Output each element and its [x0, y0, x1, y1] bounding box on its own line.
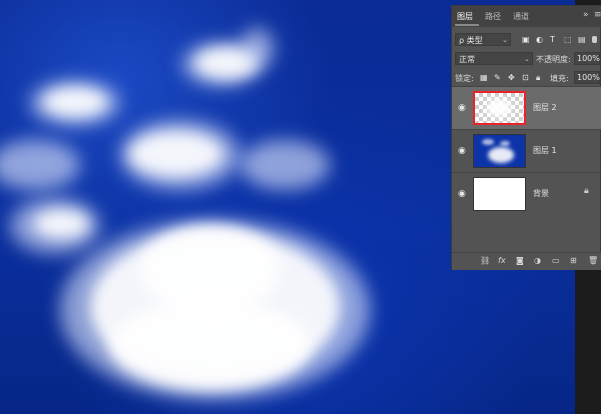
chevron-down-icon: ⌄: [524, 55, 530, 63]
shape-filter-icon[interactable]: ⬚: [564, 35, 572, 45]
opacity-value: 100%: [577, 54, 600, 63]
filter-kind-label: ρ 类型: [459, 36, 483, 45]
lock-label: 锁定:: [455, 74, 474, 83]
layer-name: 图层 2: [533, 103, 557, 112]
layer-name: 背景: [533, 189, 549, 198]
blend-mode-select[interactable]: 正常 ⌄: [455, 52, 533, 65]
layer-thumbnail: [473, 134, 526, 168]
type-filter-icon[interactable]: T: [550, 35, 555, 45]
link-layers-icon[interactable]: ⛓: [480, 256, 490, 266]
trash-icon[interactable]: 🗑︎: [588, 256, 598, 266]
layers-bottom-toolbar: ⛓ fx ◙ ◑ ▭ ⊞ 🗑︎: [452, 252, 601, 270]
fill-field[interactable]: 100%: [574, 71, 600, 84]
lock-image-pixels-icon[interactable]: ✎: [494, 73, 501, 83]
fx-icon[interactable]: fx: [498, 256, 506, 266]
chevron-down-icon: ⌄: [502, 36, 508, 44]
lock-artboard-icon[interactable]: ⊡: [522, 73, 529, 83]
active-tab-indicator: [455, 24, 479, 26]
eye-icon[interactable]: ◉: [458, 189, 468, 199]
lock-position-icon[interactable]: ✥: [508, 73, 515, 83]
layer-row-background[interactable]: ◉ 背景 🔒︎: [452, 172, 601, 215]
lock-transparent-pixels-icon[interactable]: ▦: [480, 73, 488, 83]
eye-icon[interactable]: ◉: [458, 146, 468, 156]
layer-row-layer-2[interactable]: ◉ 图层 2: [452, 86, 601, 129]
adjustment-layer-icon[interactable]: ◑: [534, 256, 541, 266]
lock-icon[interactable]: 🔒︎: [584, 186, 589, 196]
opacity-label: 不透明度:: [536, 55, 571, 64]
group-folder-icon[interactable]: ▭: [552, 256, 560, 266]
layers-panel: 图层 路径 通道 » ≡ ρ 类型 ⌄ ▣ ◐ T ⬚ ▤ 正常 ⌄ 不透明度:…: [451, 5, 601, 270]
double-chevron-right-icon[interactable]: »: [583, 10, 589, 20]
fill-value: 100%: [577, 73, 600, 82]
adjustment-filter-icon[interactable]: ◐: [536, 35, 543, 45]
layer-thumbnail: [473, 91, 526, 125]
filter-toggle[interactable]: [592, 36, 597, 43]
filter-kind-select[interactable]: ρ 类型 ⌄: [455, 33, 511, 46]
image-filter-icon[interactable]: ▣: [522, 35, 530, 45]
filter-row: ρ 类型 ⌄ ▣ ◐ T ⬚ ▤: [452, 32, 601, 47]
fill-label: 填充:: [550, 74, 569, 83]
lock-all-icon[interactable]: 🔒︎: [536, 73, 540, 83]
add-mask-icon[interactable]: ◙: [516, 256, 524, 266]
layer-name: 图层 1: [533, 146, 557, 155]
layer-row-layer-1[interactable]: ◉ 图层 1: [452, 129, 601, 172]
tab-channels[interactable]: 通道: [513, 11, 529, 22]
layer-thumbnail: [473, 177, 526, 211]
panel-menu-icon[interactable]: ≡: [594, 10, 601, 20]
opacity-field[interactable]: 100%: [574, 52, 600, 65]
blend-mode-value: 正常: [459, 55, 475, 64]
eye-icon[interactable]: ◉: [458, 103, 468, 113]
smart-object-filter-icon[interactable]: ▤: [578, 35, 586, 45]
blend-row: 正常 ⌄ 不透明度: 100%: [452, 51, 601, 66]
panel-tab-bar: 图层 路径 通道 » ≡: [452, 6, 601, 27]
new-layer-icon[interactable]: ⊞: [570, 256, 577, 266]
lock-row: 锁定: ▦ ✎ ✥ ⊡ 🔒︎ 填充: 100%: [452, 70, 601, 85]
tab-paths[interactable]: 路径: [485, 11, 501, 22]
tab-layers[interactable]: 图层: [457, 11, 473, 22]
